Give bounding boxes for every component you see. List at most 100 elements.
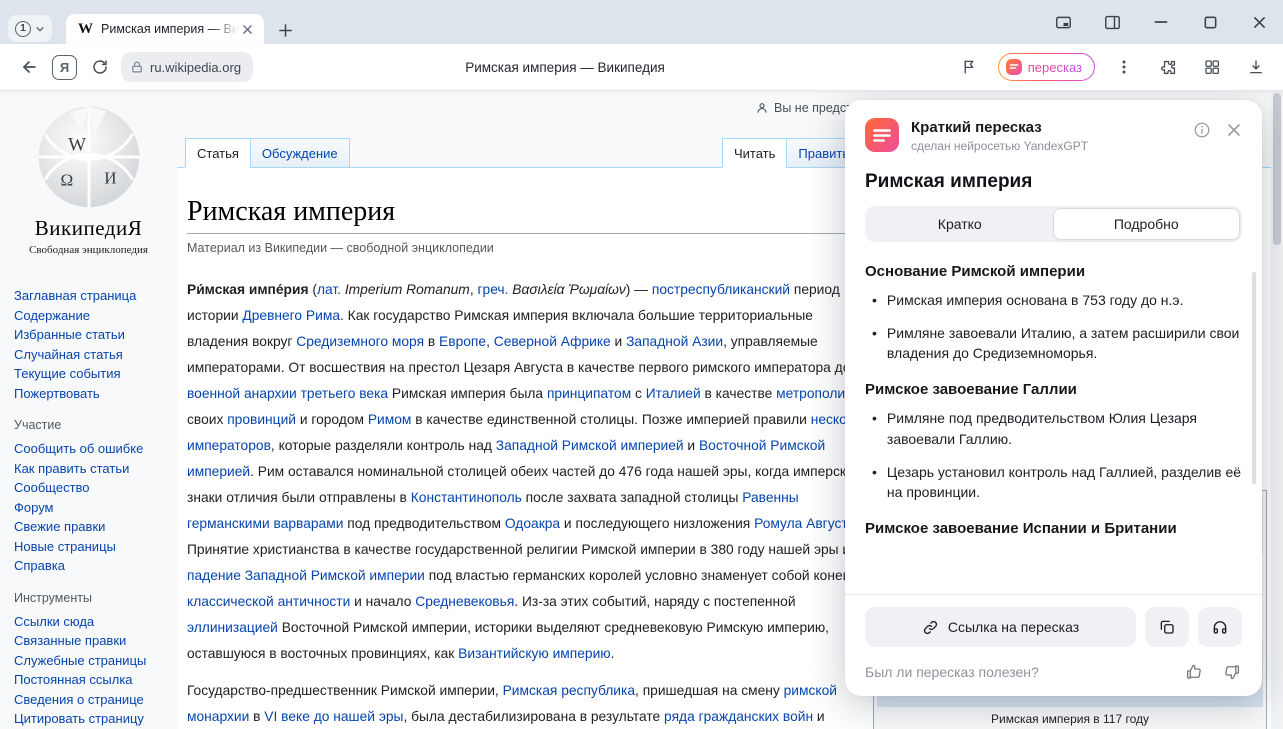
browser-tab[interactable]: W Римская империя — Википедия	[66, 14, 264, 44]
article-link[interactable]: Римская республика	[503, 683, 635, 698]
reload-button[interactable]	[85, 52, 115, 82]
downloads-icon[interactable]	[1241, 52, 1271, 82]
article-link[interactable]: Северной Африке	[494, 334, 611, 349]
browser-scrollbar[interactable]	[1271, 90, 1283, 729]
article-link[interactable]: ряда гражданских войн	[664, 709, 813, 724]
sidebar-link[interactable]: Как править статьи	[14, 459, 171, 479]
summary-popup: Краткий пересказ сделан нейросетью Yande…	[845, 100, 1262, 696]
sidebar-section-heading: Участие	[14, 418, 171, 432]
dock-panel-icon[interactable]	[1053, 12, 1073, 32]
sidebar-link[interactable]: Служебные страницы	[14, 651, 171, 671]
article-link[interactable]: Средиземного моря	[296, 334, 424, 349]
yandex-button[interactable]: Я	[52, 55, 77, 80]
article-link[interactable]: Древнего Рима	[242, 308, 340, 323]
copy-button[interactable]	[1145, 607, 1189, 647]
sidebar-link[interactable]: Сообщество	[14, 478, 171, 498]
sidebar-link[interactable]: Свежие правки	[14, 517, 171, 537]
listen-button[interactable]	[1198, 607, 1242, 647]
wiki-tab-left-0[interactable]: Статья	[185, 138, 251, 168]
article-link[interactable]: постреспубликанский	[652, 282, 790, 297]
article-link[interactable]: лат.	[317, 282, 341, 297]
sidebar-link[interactable]: Связанные правки	[14, 631, 171, 651]
bullet-text: Римляне под предводительством Юлия Цезар…	[887, 408, 1242, 449]
article-link[interactable]: эллинизацией	[187, 620, 278, 635]
chevron-down-icon	[35, 24, 45, 34]
thumb-down-icon[interactable]	[1222, 662, 1242, 682]
article-text: в качестве единственной столицы. Позже и…	[411, 412, 810, 427]
article-link[interactable]: Константинополь	[411, 490, 522, 505]
new-tab-button[interactable]	[272, 17, 298, 43]
article-link[interactable]: германскими варварами	[187, 516, 343, 531]
article-link[interactable]: VI веке до нашей эры	[264, 709, 403, 724]
article-text: , которые разделяли контроль над	[271, 438, 496, 453]
wiki-tab-left-1[interactable]: Обсуждение	[250, 138, 350, 168]
retell-button[interactable]: пересказ	[998, 53, 1095, 81]
article-link[interactable]: Западной Азии	[626, 334, 723, 349]
sidebar-link[interactable]: Заглавная страница	[14, 286, 171, 306]
article-text: Ри́мская импе́рия	[187, 282, 309, 297]
article-text: .	[611, 646, 615, 661]
sidebar-link[interactable]: Содержание	[14, 306, 171, 326]
copy-icon	[1158, 618, 1176, 636]
article-link[interactable]: принципатом	[547, 386, 631, 401]
bullet-marker: •	[872, 462, 877, 503]
sidebar-link[interactable]: Избранные статьи	[14, 325, 171, 345]
address-bar[interactable]: ru.wikipedia.org	[121, 52, 253, 82]
sidebar-link[interactable]: Справка	[14, 556, 171, 576]
info-icon[interactable]	[1192, 120, 1212, 140]
article-link[interactable]: Римом	[368, 412, 412, 427]
article-link[interactable]: метрополии	[776, 386, 853, 401]
article-link[interactable]: греч.	[477, 282, 508, 297]
summary-tab-1[interactable]: Подробно	[1053, 208, 1241, 240]
article-link[interactable]: падение Западной Римской империи	[187, 568, 425, 583]
summary-tab-0[interactable]: Кратко	[867, 208, 1053, 240]
article-link[interactable]: провинций	[227, 412, 296, 427]
minimize-button[interactable]	[1151, 12, 1171, 32]
sidebar-link[interactable]: Новые страницы	[14, 537, 171, 557]
scrollbar-thumb[interactable]	[1273, 93, 1281, 245]
sidebar-link[interactable]: Постоянная ссылка	[14, 670, 171, 690]
article-link[interactable]: Средневековья	[415, 594, 514, 609]
sidebar-panel-icon[interactable]	[1102, 12, 1122, 32]
sidebar-link[interactable]: Форум	[14, 498, 171, 518]
bullet-marker: •	[872, 323, 877, 364]
menu-kebab-icon[interactable]	[1109, 52, 1139, 82]
sidebar-link[interactable]: Сведения о странице	[14, 690, 171, 710]
sidebar-link[interactable]: Пожертвовать	[14, 384, 171, 404]
maximize-button[interactable]	[1200, 12, 1220, 32]
close-icon[interactable]	[1224, 120, 1244, 140]
extensions-puzzle-icon[interactable]	[1153, 52, 1183, 82]
close-window-button[interactable]	[1249, 12, 1269, 32]
article-text: . Из-за этих событий, наряду с постепенн…	[514, 594, 795, 609]
tab-counter[interactable]: 1	[8, 15, 52, 42]
tab-close-button[interactable]	[238, 20, 256, 38]
sidebar-link[interactable]: Сообщить об ошибке	[14, 439, 171, 459]
bullet-text: Римляне завоевали Италию, а затем расшир…	[887, 323, 1242, 364]
bookmark-flag-icon[interactable]	[954, 52, 984, 82]
sidebar-link[interactable]: Случайная статья	[14, 345, 171, 365]
back-button[interactable]	[14, 52, 44, 82]
svg-text:Ω: Ω	[60, 170, 73, 189]
wiki-tab-right-0[interactable]: Читать	[722, 138, 787, 168]
article-link[interactable]: классической античности	[187, 594, 350, 609]
sidebar-link[interactable]: Текущие события	[14, 364, 171, 384]
article-link[interactable]: Италией	[646, 386, 701, 401]
article-link[interactable]: Равенны	[742, 490, 798, 505]
sidebar-link[interactable]: Ссылки сюда	[14, 612, 171, 632]
article-link[interactable]: военной анархии третьего века	[187, 386, 388, 401]
article-link[interactable]: Византийскую империю	[458, 646, 611, 661]
article-text: , пришедшая на смену	[635, 683, 784, 698]
article-link[interactable]: Западной Римской империей	[496, 438, 684, 453]
article-link[interactable]: Европе	[439, 334, 486, 349]
retell-label: пересказ	[1028, 60, 1082, 75]
article-link[interactable]: Одоакра	[505, 516, 560, 531]
collections-icon[interactable]	[1197, 52, 1227, 82]
article-paragraph: Государство-предшественник Римской импер…	[187, 678, 877, 729]
thumb-up-icon[interactable]	[1184, 662, 1204, 682]
sidebar-link[interactable]: Цитировать страницу	[14, 709, 171, 729]
summary-link-button[interactable]: Ссылка на пересказ	[865, 607, 1136, 647]
wikipedia-wordmark: ВикипедиЯ	[0, 216, 177, 241]
browser-window: 1 W Римская империя — Википедия	[0, 0, 1283, 729]
article-text: под властью германских королей условно з…	[425, 568, 851, 583]
popup-scrollbar[interactable]	[1252, 272, 1256, 484]
